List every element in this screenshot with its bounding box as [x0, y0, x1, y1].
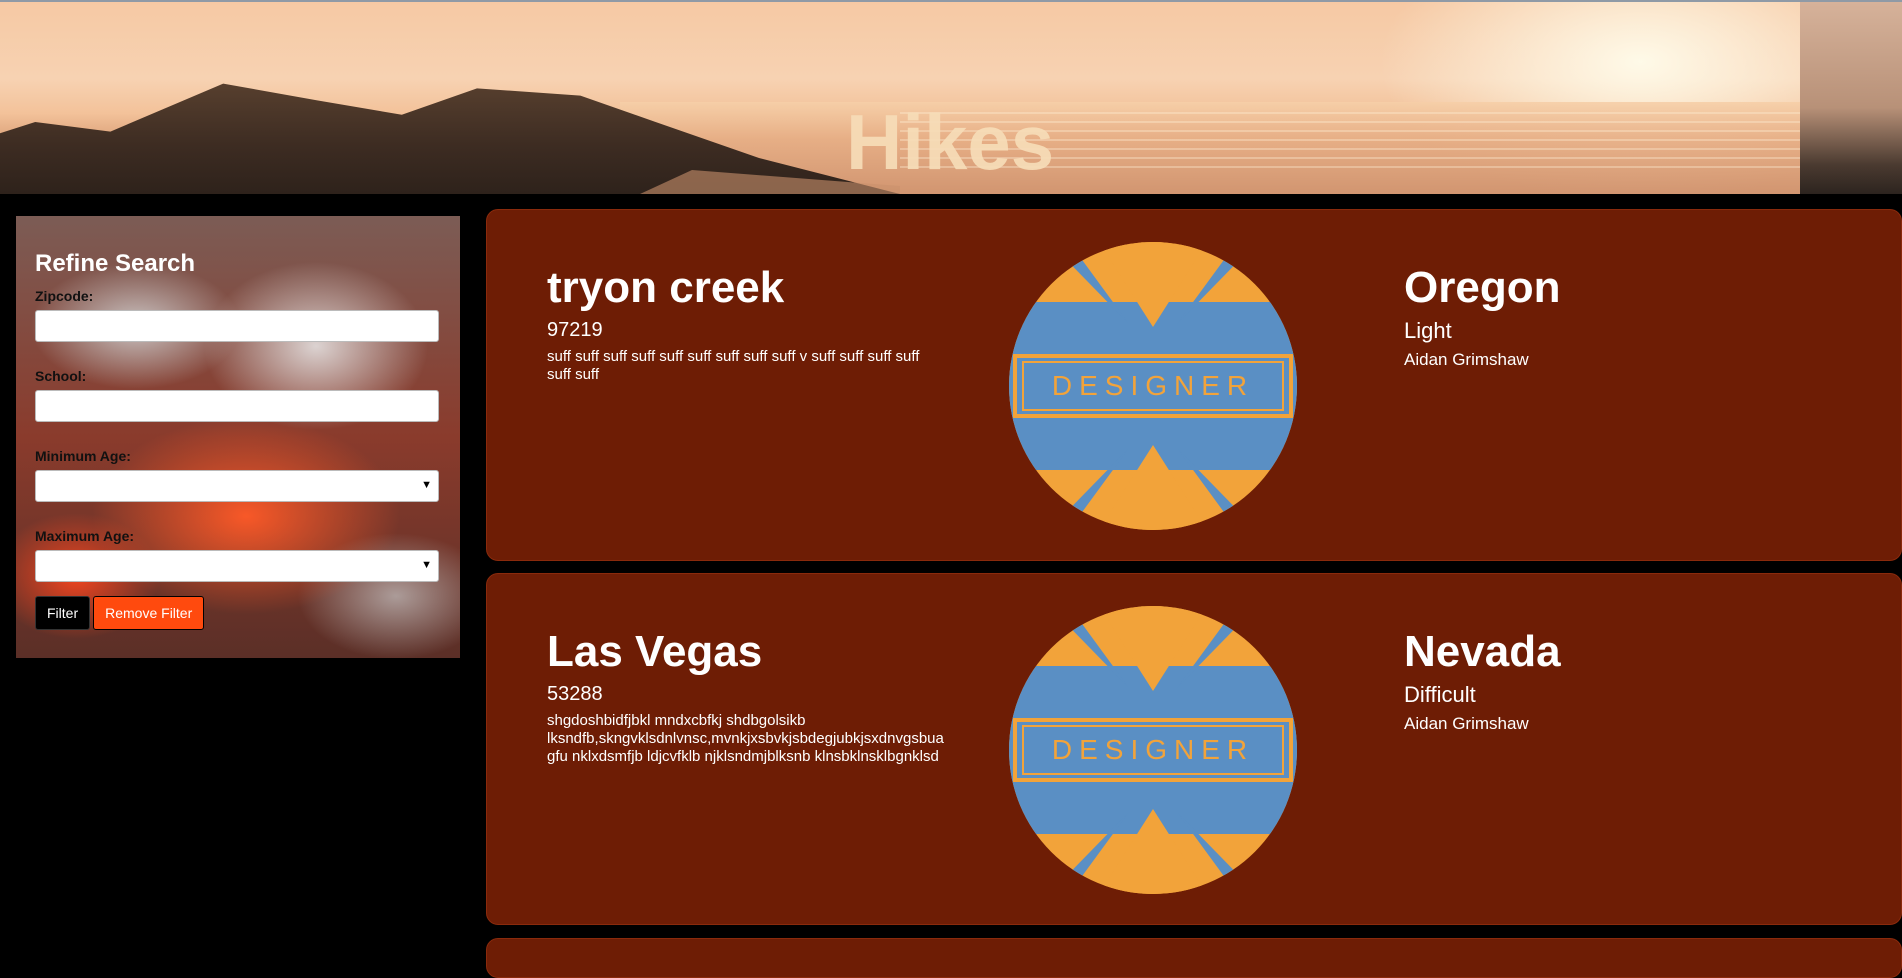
hike-info: tryon creek 97219 suff suff suff suff su…	[547, 262, 1017, 384]
school-label: School:	[35, 368, 87, 384]
refine-search-panel: Refine Search Zipcode: School: Minimum A…	[16, 216, 460, 658]
hike-author: Aidan Grimshaw	[1404, 350, 1529, 369]
zipcode-input[interactable]	[35, 310, 439, 342]
hike-difficulty: Difficult	[1404, 682, 1476, 707]
hike-card[interactable]	[486, 938, 1902, 978]
badge-text: DESIGNER	[1052, 734, 1254, 765]
hike-meta: Oregon Light Aidan Grimshaw	[1404, 262, 1560, 370]
hike-state: Oregon	[1404, 263, 1561, 312]
hike-description: shgdoshbidfjbkl mndxcbfkj shdbgolsikb lk…	[547, 712, 944, 765]
refine-search-title: Refine Search	[35, 250, 196, 277]
hike-name: tryon creek	[547, 263, 785, 312]
hike-meta: Nevada Difficult Aidan Grimshaw	[1404, 626, 1561, 734]
banner-edge	[1800, 2, 1902, 194]
page-title: Hikes	[846, 98, 1055, 186]
hike-info: Las Vegas 53288 shgdoshbidfjbkl mndxcbfk…	[547, 626, 1017, 766]
dropdown-arrow-icon: ▼	[421, 479, 432, 491]
remove-filter-button[interactable]: Remove Filter	[93, 596, 205, 630]
hike-zipcode: 53288	[547, 683, 603, 705]
hike-description: suff suff suff suff suff suff suff suff …	[547, 348, 920, 383]
school-input[interactable]	[35, 390, 439, 422]
designer-badge-image: DESIGNER	[1009, 606, 1297, 894]
hike-name: Las Vegas	[547, 627, 763, 676]
minimum-age-select[interactable]: ▼	[35, 470, 439, 502]
designer-badge-image: DESIGNER	[1009, 242, 1297, 530]
minimum-age-label: Minimum Age:	[35, 448, 131, 464]
hike-card[interactable]: tryon creek 97219 suff suff suff suff su…	[486, 209, 1902, 561]
hike-state: Nevada	[1404, 627, 1561, 676]
dropdown-arrow-icon: ▼	[421, 559, 432, 571]
hike-card[interactable]: Las Vegas 53288 shgdoshbidfjbkl mndxcbfk…	[486, 573, 1902, 925]
hike-author: Aidan Grimshaw	[1404, 714, 1529, 733]
header-banner: Hikes	[0, 0, 1902, 194]
hike-zipcode: 97219	[547, 319, 603, 341]
zipcode-label: Zipcode:	[35, 288, 94, 304]
filter-button[interactable]: Filter	[35, 596, 91, 630]
hike-difficulty: Light	[1404, 318, 1452, 343]
maximum-age-label: Maximum Age:	[35, 528, 135, 544]
badge-text: DESIGNER	[1052, 370, 1254, 401]
filter-actions: Filter Remove Filter	[35, 596, 442, 630]
maximum-age-select[interactable]: ▼	[35, 550, 439, 582]
